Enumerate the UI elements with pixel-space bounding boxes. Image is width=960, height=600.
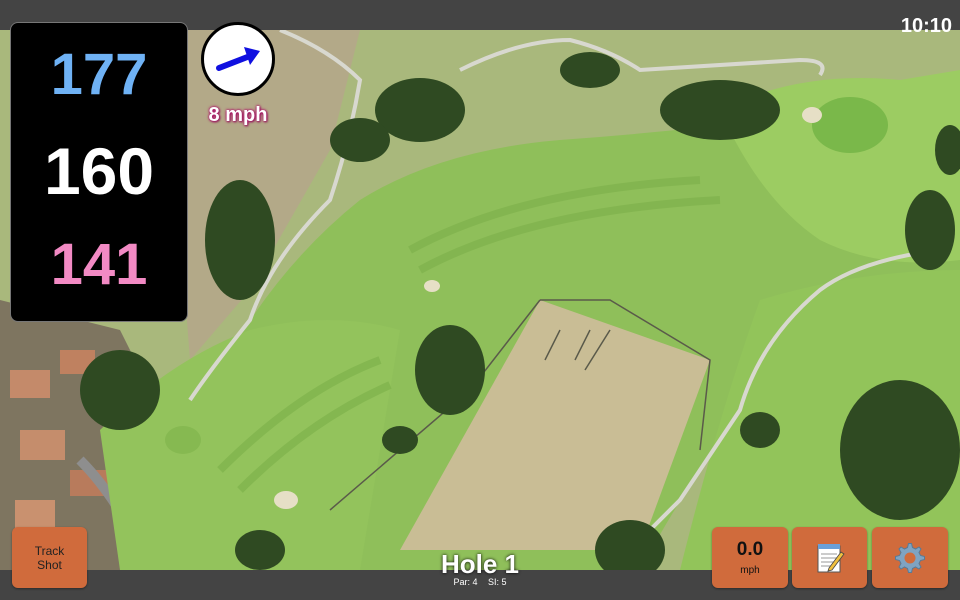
arrow-icon	[216, 47, 260, 71]
notepad-icon	[817, 543, 845, 572]
hole-title: Hole 1	[440, 549, 520, 579]
settings-button[interactable]	[872, 527, 948, 588]
back-distance: 177	[50, 42, 148, 107]
speed-unit: mph	[740, 565, 760, 576]
track-shot-button[interactable]: Track Shot	[12, 527, 87, 588]
speed-value: 0.0	[736, 539, 764, 560]
clock-time: 10:10	[900, 15, 952, 37]
track-shot-label-line1: Track	[34, 543, 65, 558]
middle-distance: 160	[43, 134, 155, 208]
track-shot-label-line2: Shot	[37, 557, 62, 572]
gear-icon	[895, 542, 925, 573]
front-distance: 141	[50, 232, 148, 297]
notes-button[interactable]	[792, 527, 867, 588]
wind-speed: 8 mph	[208, 104, 268, 126]
wind-direction-dial	[201, 22, 275, 96]
hole-info: Par: 4 SI: 5	[380, 577, 580, 587]
distance-panel: 177 160 141	[10, 22, 188, 322]
par-label: Par: 4	[453, 577, 478, 587]
speed-button[interactable]: 0.0 mph	[712, 527, 788, 588]
stroke-index-label: SI: 5	[488, 577, 507, 587]
